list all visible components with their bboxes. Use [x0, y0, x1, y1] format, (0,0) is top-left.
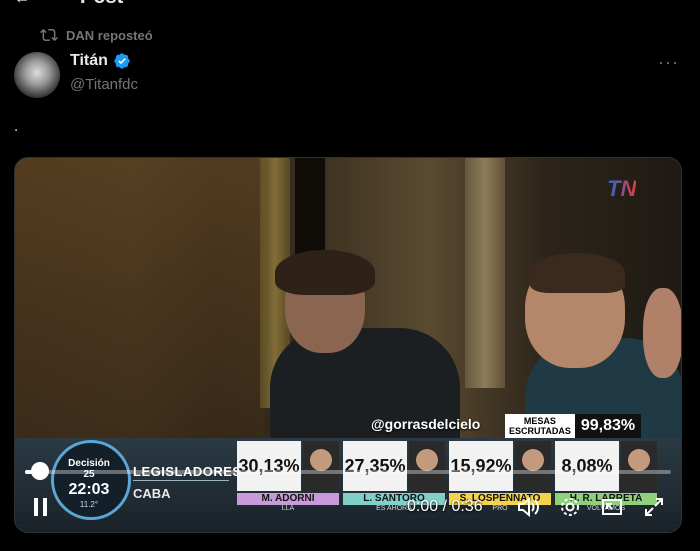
mesas-value: 99,83% — [574, 414, 642, 438]
volume-icon — [518, 496, 539, 518]
candidate-pct: 27,35% — [343, 441, 407, 491]
page-title: Post — [80, 0, 123, 9]
channel-logo: TN — [607, 176, 637, 201]
pause-icon — [34, 498, 47, 516]
pip-button[interactable] — [599, 494, 625, 520]
candidate-photo — [515, 441, 551, 491]
post-text: . — [14, 118, 19, 135]
candidate-photo — [303, 441, 339, 491]
more-icon[interactable]: ··· — [658, 52, 679, 73]
progress-knob[interactable] — [31, 462, 49, 480]
candidate-pct: 30,13% — [237, 441, 301, 491]
candidate-pct: 15,92% — [449, 441, 513, 491]
avatar[interactable] — [14, 52, 60, 98]
candidate-photo — [409, 441, 445, 491]
decision-label: Decisión 25 — [68, 458, 110, 480]
author-handle[interactable]: @Titanfdc — [70, 76, 138, 93]
category-subtitle: CABA — [133, 486, 171, 501]
repost-indicator: DAN reposteó — [40, 26, 153, 44]
video-frame-bg — [15, 158, 265, 438]
duration: 0:36 — [451, 498, 483, 515]
decision-time: 22:03 — [68, 481, 110, 498]
candidate-party: LLA — [281, 505, 295, 512]
fullscreen-icon — [645, 498, 663, 516]
progress-track[interactable] — [25, 470, 671, 474]
candidate-pct: 8,08% — [555, 441, 619, 491]
repost-icon — [40, 28, 58, 42]
candidate-card: 30,13% M. ADORNI LLA — [237, 441, 341, 513]
candidate-name: M. ADORNI — [237, 493, 339, 505]
source-tag: @gorrasdelcielo — [371, 416, 481, 432]
verified-icon — [114, 53, 130, 69]
repost-label[interactable]: DAN reposteó — [66, 28, 153, 43]
back-arrow-icon[interactable]: ← — [14, 0, 30, 8]
pause-button[interactable] — [29, 494, 53, 520]
decision-temp: 11.2° — [79, 500, 99, 509]
fullscreen-button[interactable] — [641, 494, 667, 520]
volume-button[interactable] — [515, 494, 541, 520]
current-time: 0:00 — [407, 498, 439, 515]
video-player[interactable]: TN @gorrasdelcielo MESAS ESCRUTADAS 99,83… — [14, 157, 682, 533]
candidate-photo — [621, 441, 657, 491]
author-name[interactable]: Titán — [70, 52, 108, 70]
settings-button[interactable] — [557, 494, 583, 520]
mesas-escrutadas: MESAS ESCRUTADAS 99,83% — [505, 414, 642, 438]
playback-time: 0:00 / 0:36 — [407, 498, 483, 515]
pip-icon — [602, 499, 622, 515]
settings-icon — [561, 498, 579, 516]
